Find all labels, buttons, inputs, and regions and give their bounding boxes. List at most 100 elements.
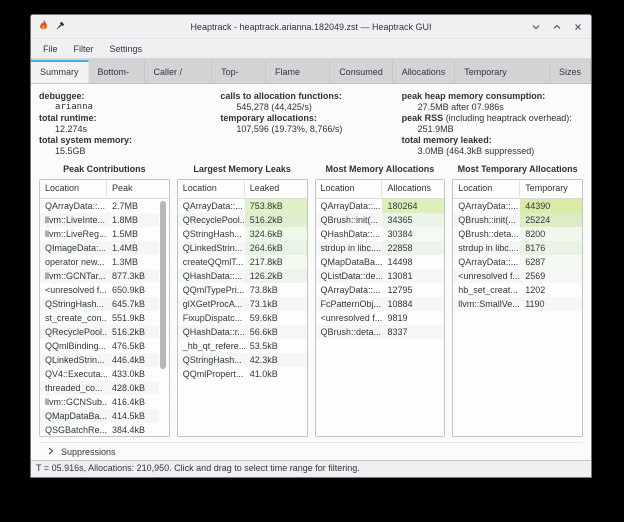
- table-row[interactable]: QMapDataBa...414.5kB: [40, 409, 169, 423]
- table-row[interactable]: <unresolved f...650.9kB: [40, 283, 169, 297]
- window-close-icon[interactable]: [573, 22, 583, 32]
- title-bar[interactable]: Heaptrack - heaptrack.arianna.182049.zst…: [31, 15, 591, 39]
- table-row[interactable]: QMapDataBa...14498: [316, 255, 445, 269]
- table-row[interactable]: _hb_qt_refere...53.5kB: [178, 339, 307, 353]
- table-row[interactable]: QSGBatchRe...384.4kB: [40, 423, 169, 437]
- table-row[interactable]: operator new...1.3MB: [40, 255, 169, 269]
- table-largest-memory-leaks[interactable]: LocationLeakedQArrayData::...753.8kBQRec…: [177, 179, 308, 437]
- suppressions-expander[interactable]: Suppressions: [39, 442, 583, 460]
- window-title: Heaptrack - heaptrack.arianna.182049.zst…: [31, 22, 591, 32]
- table-row[interactable]: QStringHash...42.3kB: [178, 353, 307, 367]
- table-row[interactable]: QLinkedStrin...446.4kB: [40, 353, 169, 367]
- status-text: T = 05.916s, Allocations: 210,950. Click…: [36, 463, 360, 473]
- summary-column-2: calls to allocation functions:545,278 (4…: [220, 91, 401, 157]
- table-row[interactable]: strdup in libc....8176: [453, 241, 582, 255]
- menu-settings[interactable]: Settings: [102, 42, 151, 56]
- column-header-leaked[interactable]: Leaked: [245, 180, 307, 198]
- tab-consumed[interactable]: Consumed: [330, 60, 393, 83]
- table-most-memory-allocations[interactable]: LocationAllocationsQArrayData::...180264…: [315, 179, 446, 437]
- table-row[interactable]: QRecyclePool...516.2kB: [178, 213, 307, 227]
- table-row[interactable]: QBrush::init(...25224: [453, 213, 582, 227]
- table-row[interactable]: <unresolved f...2569: [453, 269, 582, 283]
- summary-value: 107,596 (19.73%, 8,766/s): [220, 124, 401, 135]
- tab-bottom-up[interactable]: Bottom-Up: [89, 60, 145, 83]
- table-row[interactable]: QArrayData::...6287: [453, 255, 582, 269]
- scrollbar-thumb[interactable]: [160, 201, 166, 369]
- table-row[interactable]: llvm::LiveReg...1.5MB: [40, 227, 169, 241]
- tab-flame-graph[interactable]: Flame Graph: [266, 60, 330, 83]
- tab-summary[interactable]: Summary: [31, 60, 89, 83]
- vertical-scrollbar[interactable]: [159, 199, 168, 435]
- table-row[interactable]: hb_set_creat...1202: [453, 283, 582, 297]
- location-cell: QRecyclePool...: [178, 213, 245, 227]
- table-rows: QArrayData::...753.8kBQRecyclePool...516…: [178, 199, 307, 381]
- window-maximize-icon[interactable]: [552, 22, 562, 32]
- table-row[interactable]: <unresolved f...9819: [316, 311, 445, 325]
- table-row[interactable]: QImageData:...1.4MB: [40, 241, 169, 255]
- table-row[interactable]: llvm::GCNTar...877.3kB: [40, 269, 169, 283]
- table-rows: QArrayData::...2.7MBllvm::LiveInte...1.8…: [40, 199, 169, 437]
- table-row[interactable]: llvm::SmallVe...1190: [453, 297, 582, 311]
- table-row[interactable]: threaded_co...428.0kB: [40, 381, 169, 395]
- table-most-temporary-allocations[interactable]: LocationTemporaryQArrayData::...44390QBr…: [452, 179, 583, 437]
- table-row[interactable]: llvm::LiveInte...1.8MB: [40, 213, 169, 227]
- panel-title: Most Memory Allocations: [315, 164, 446, 174]
- table-row[interactable]: QLinkedStrin...264.6kB: [178, 241, 307, 255]
- column-header-location[interactable]: Location: [453, 180, 520, 198]
- menu-file[interactable]: File: [35, 42, 66, 56]
- table-row[interactable]: QHashData::...30384: [316, 227, 445, 241]
- column-header-location[interactable]: Location: [40, 180, 107, 198]
- menu-filter[interactable]: Filter: [66, 42, 102, 56]
- table-row[interactable]: QQmlTypePri...73.8kB: [178, 283, 307, 297]
- panels: Peak ContributionsLocationPeakQArrayData…: [39, 162, 583, 437]
- table-row[interactable]: QQmlPropert...41.0kB: [178, 367, 307, 381]
- table-row[interactable]: strdup in libc....22858: [316, 241, 445, 255]
- column-header-location[interactable]: Location: [316, 180, 383, 198]
- table-row[interactable]: QRecyclePool...516.2kB: [40, 325, 169, 339]
- table-row[interactable]: QHashData::r...56.6kB: [178, 325, 307, 339]
- tab-allocations[interactable]: Allocations: [393, 60, 456, 83]
- table-row[interactable]: QArrayData::...12795: [316, 283, 445, 297]
- table-row[interactable]: QBrush::deta...8337: [316, 325, 445, 339]
- value-cell: 25224: [520, 213, 582, 227]
- summary-label-text: total system memory:: [39, 135, 132, 145]
- location-cell: QMapDataBa...: [316, 255, 383, 269]
- summary-value: 545,278 (44,425/s): [220, 102, 401, 113]
- table-row[interactable]: QQmlBinding...476.5kB: [40, 339, 169, 353]
- table-row[interactable]: glXGetProcA...73.1kB: [178, 297, 307, 311]
- table-row[interactable]: FcPatternObj...10884: [316, 297, 445, 311]
- window-minimize-icon[interactable]: [531, 22, 541, 32]
- value-cell: 22858: [382, 241, 444, 255]
- table-row[interactable]: QListData::de...13081: [316, 269, 445, 283]
- table-row[interactable]: FixupDispatc...59.6kB: [178, 311, 307, 325]
- location-cell: QBrush::deta...: [453, 227, 520, 241]
- table-row[interactable]: QBrush::init(...34365: [316, 213, 445, 227]
- table-row[interactable]: QStringHash...324.6kB: [178, 227, 307, 241]
- summary-label: debuggee:: [39, 91, 220, 102]
- column-header-temporary[interactable]: Temporary: [520, 180, 582, 198]
- status-bar[interactable]: T = 05.916s, Allocations: 210,950. Click…: [31, 460, 591, 477]
- table-row[interactable]: QStringHash...645.7kB: [40, 297, 169, 311]
- value-cell: 8337: [382, 325, 444, 339]
- table-row[interactable]: st_create_con...551.9kB: [40, 311, 169, 325]
- tab-top-down[interactable]: Top-Down: [212, 60, 266, 83]
- table-row[interactable]: llvm::GCNSub...416.4kB: [40, 395, 169, 409]
- tab-bar: SummaryBottom-UpCaller / CalleeTop-DownF…: [31, 58, 591, 84]
- table-row[interactable]: QHashData::...126.2kB: [178, 269, 307, 283]
- location-cell: llvm::GCNTar...: [40, 269, 107, 283]
- tab-sizes[interactable]: Sizes: [550, 60, 591, 83]
- column-header-location[interactable]: Location: [178, 180, 245, 198]
- table-row[interactable]: QBrush::deta...8200: [453, 227, 582, 241]
- table-peak-contributions[interactable]: LocationPeakQArrayData::...2.7MBllvm::Li…: [39, 179, 170, 437]
- table-row[interactable]: QV4::Executa...433.0kB: [40, 367, 169, 381]
- table-row[interactable]: QArrayData::...753.8kB: [178, 199, 307, 213]
- column-header-peak[interactable]: Peak: [107, 180, 169, 198]
- tab-caller-callee[interactable]: Caller / Callee: [145, 60, 213, 83]
- table-row[interactable]: QArrayData::...180264: [316, 199, 445, 213]
- location-cell: QStringHash...: [178, 353, 245, 367]
- tab-temporary-allocations[interactable]: Temporary Allocations: [455, 60, 550, 83]
- table-row[interactable]: QArrayData::...44390: [453, 199, 582, 213]
- column-header-allocations[interactable]: Allocations: [382, 180, 444, 198]
- table-row[interactable]: QArrayData::...2.7MB: [40, 199, 169, 213]
- table-row[interactable]: createQQmlT...217.8kB: [178, 255, 307, 269]
